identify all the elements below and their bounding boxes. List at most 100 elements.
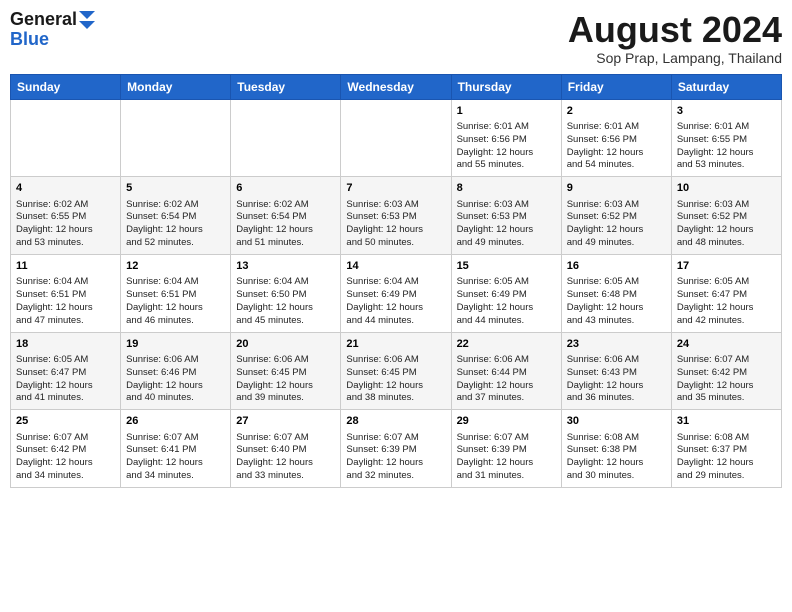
calendar-cell xyxy=(231,99,341,177)
day-number: 20 xyxy=(236,337,335,352)
day-number: 14 xyxy=(346,259,445,274)
day-info: Sunrise: 6:06 AM Sunset: 6:44 PM Dayligh… xyxy=(457,354,556,405)
day-info: Sunrise: 6:05 AM Sunset: 6:49 PM Dayligh… xyxy=(457,276,556,327)
calendar-cell: 6 Sunrise: 6:02 AM Sunset: 6:54 PM Daylig… xyxy=(231,177,341,255)
day-info: Sunrise: 6:08 AM Sunset: 6:38 PM Dayligh… xyxy=(567,432,666,483)
calendar-cell: 12 Sunrise: 6:04 AM Sunset: 6:51 PM Dayli… xyxy=(121,254,231,332)
day-info: Sunrise: 6:06 AM Sunset: 6:45 PM Dayligh… xyxy=(236,354,335,405)
day-number: 1 xyxy=(457,104,556,119)
calendar-cell: 18 Sunrise: 6:05 AM Sunset: 6:47 PM Dayli… xyxy=(11,332,121,410)
weekday-header-sunday: Sunday xyxy=(11,74,121,99)
weekday-header-thursday: Thursday xyxy=(451,74,561,99)
day-number: 6 xyxy=(236,181,335,196)
calendar-cell: 30Sunrise: 6:08 AM Sunset: 6:38 PM Dayli… xyxy=(561,410,671,488)
calendar-cell: 1 Sunrise: 6:01 AM Sunset: 6:56 PM Daylig… xyxy=(451,99,561,177)
day-number: 26 xyxy=(126,414,225,429)
day-number: 24 xyxy=(677,337,776,352)
day-info: Sunrise: 6:08 AM Sunset: 6:37 PM Dayligh… xyxy=(677,432,776,483)
day-number: 10 xyxy=(677,181,776,196)
calendar-cell: 16 Sunrise: 6:05 AM Sunset: 6:48 PM Dayli… xyxy=(561,254,671,332)
calendar-cell: 29 Sunrise: 6:07 AM Sunset: 6:39 PM Dayli… xyxy=(451,410,561,488)
calendar-cell: 26 Sunrise: 6:07 AM Sunset: 6:41 PM Dayli… xyxy=(121,410,231,488)
weekday-header-saturday: Saturday xyxy=(671,74,781,99)
day-info: Sunrise: 6:05 AM Sunset: 6:48 PM Dayligh… xyxy=(567,276,666,327)
day-info: Sunrise: 6:07 AM Sunset: 6:42 PM Dayligh… xyxy=(677,354,776,405)
calendar-cell: 8 Sunrise: 6:03 AM Sunset: 6:53 PM Daylig… xyxy=(451,177,561,255)
day-number: 25 xyxy=(16,414,115,429)
calendar-cell: 10 Sunrise: 6:03 AM Sunset: 6:52 PM Dayli… xyxy=(671,177,781,255)
day-info: Sunrise: 6:04 AM Sunset: 6:51 PM Dayligh… xyxy=(16,276,115,327)
calendar-cell xyxy=(121,99,231,177)
calendar-cell: 5 Sunrise: 6:02 AM Sunset: 6:54 PM Daylig… xyxy=(121,177,231,255)
day-number: 13 xyxy=(236,259,335,274)
calendar-cell xyxy=(11,99,121,177)
calendar-cell: 21 Sunrise: 6:06 AM Sunset: 6:45 PM Dayli… xyxy=(341,332,451,410)
day-number: 11 xyxy=(16,259,115,274)
day-number: 21 xyxy=(346,337,445,352)
day-number: 17 xyxy=(677,259,776,274)
day-number: 8 xyxy=(457,181,556,196)
month-title: August 2024 xyxy=(568,10,782,50)
day-info: Sunrise: 6:07 AM Sunset: 6:41 PM Dayligh… xyxy=(126,432,225,483)
day-info: Sunrise: 6:06 AM Sunset: 6:45 PM Dayligh… xyxy=(346,354,445,405)
day-info: Sunrise: 6:01 AM Sunset: 6:55 PM Dayligh… xyxy=(677,121,776,172)
day-number: 18 xyxy=(16,337,115,352)
calendar-cell: 7 Sunrise: 6:03 AM Sunset: 6:53 PM Daylig… xyxy=(341,177,451,255)
calendar-cell: 14 Sunrise: 6:04 AM Sunset: 6:49 PM Dayli… xyxy=(341,254,451,332)
day-info: Sunrise: 6:03 AM Sunset: 6:53 PM Dayligh… xyxy=(346,199,445,250)
calendar-cell: 3 Sunrise: 6:01 AM Sunset: 6:55 PM Daylig… xyxy=(671,99,781,177)
calendar-cell: 13 Sunrise: 6:04 AM Sunset: 6:50 PM Dayli… xyxy=(231,254,341,332)
day-info: Sunrise: 6:02 AM Sunset: 6:54 PM Dayligh… xyxy=(236,199,335,250)
day-number: 15 xyxy=(457,259,556,274)
day-info: Sunrise: 6:07 AM Sunset: 6:39 PM Dayligh… xyxy=(346,432,445,483)
location-subtitle: Sop Prap, Lampang, Thailand xyxy=(568,50,782,66)
day-info: Sunrise: 6:03 AM Sunset: 6:52 PM Dayligh… xyxy=(677,199,776,250)
calendar-cell: 20 Sunrise: 6:06 AM Sunset: 6:45 PM Dayli… xyxy=(231,332,341,410)
calendar-header-row: SundayMondayTuesdayWednesdayThursdayFrid… xyxy=(11,74,782,99)
page-header: GeneralBlue August 2024 Sop Prap, Lampan… xyxy=(10,10,782,66)
title-block: August 2024 Sop Prap, Lampang, Thailand xyxy=(568,10,782,66)
day-info: Sunrise: 6:07 AM Sunset: 6:39 PM Dayligh… xyxy=(457,432,556,483)
day-info: Sunrise: 6:07 AM Sunset: 6:40 PM Dayligh… xyxy=(236,432,335,483)
day-number: 7 xyxy=(346,181,445,196)
day-number: 16 xyxy=(567,259,666,274)
day-number: 5 xyxy=(126,181,225,196)
day-number: 23 xyxy=(567,337,666,352)
day-info: Sunrise: 6:04 AM Sunset: 6:50 PM Dayligh… xyxy=(236,276,335,327)
day-info: Sunrise: 6:06 AM Sunset: 6:43 PM Dayligh… xyxy=(567,354,666,405)
calendar-week-2: 4 Sunrise: 6:02 AM Sunset: 6:55 PM Daylig… xyxy=(11,177,782,255)
day-info: Sunrise: 6:04 AM Sunset: 6:51 PM Dayligh… xyxy=(126,276,225,327)
day-info: Sunrise: 6:01 AM Sunset: 6:56 PM Dayligh… xyxy=(457,121,556,172)
day-info: Sunrise: 6:07 AM Sunset: 6:42 PM Dayligh… xyxy=(16,432,115,483)
weekday-header-wednesday: Wednesday xyxy=(341,74,451,99)
weekday-header-friday: Friday xyxy=(561,74,671,99)
day-number: 3 xyxy=(677,104,776,119)
calendar-week-5: 25 Sunrise: 6:07 AM Sunset: 6:42 PM Dayli… xyxy=(11,410,782,488)
calendar-table: SundayMondayTuesdayWednesdayThursdayFrid… xyxy=(10,74,782,488)
day-number: 4 xyxy=(16,181,115,196)
calendar-cell: 19Sunrise: 6:06 AM Sunset: 6:46 PM Dayli… xyxy=(121,332,231,410)
day-info: Sunrise: 6:02 AM Sunset: 6:54 PM Dayligh… xyxy=(126,199,225,250)
day-info: Sunrise: 6:04 AM Sunset: 6:49 PM Dayligh… xyxy=(346,276,445,327)
day-info: Sunrise: 6:05 AM Sunset: 6:47 PM Dayligh… xyxy=(677,276,776,327)
day-number: 19 xyxy=(126,337,225,352)
day-number: 22 xyxy=(457,337,556,352)
calendar-cell: 11 Sunrise: 6:04 AM Sunset: 6:51 PM Dayli… xyxy=(11,254,121,332)
calendar-cell: 2Sunrise: 6:01 AM Sunset: 6:56 PM Daylig… xyxy=(561,99,671,177)
day-info: Sunrise: 6:02 AM Sunset: 6:55 PM Dayligh… xyxy=(16,199,115,250)
calendar-cell xyxy=(341,99,451,177)
day-info: Sunrise: 6:05 AM Sunset: 6:47 PM Dayligh… xyxy=(16,354,115,405)
weekday-header-tuesday: Tuesday xyxy=(231,74,341,99)
day-number: 12 xyxy=(126,259,225,274)
day-number: 27 xyxy=(236,414,335,429)
calendar-cell: 23 Sunrise: 6:06 AM Sunset: 6:43 PM Dayli… xyxy=(561,332,671,410)
calendar-week-3: 11 Sunrise: 6:04 AM Sunset: 6:51 PM Dayli… xyxy=(11,254,782,332)
calendar-cell: 22 Sunrise: 6:06 AM Sunset: 6:44 PM Dayli… xyxy=(451,332,561,410)
weekday-header-monday: Monday xyxy=(121,74,231,99)
day-number: 29 xyxy=(457,414,556,429)
day-info: Sunrise: 6:03 AM Sunset: 6:52 PM Dayligh… xyxy=(567,199,666,250)
day-info: Sunrise: 6:03 AM Sunset: 6:53 PM Dayligh… xyxy=(457,199,556,250)
day-number: 9 xyxy=(567,181,666,196)
day-number: 28 xyxy=(346,414,445,429)
calendar-cell: 17 Sunrise: 6:05 AM Sunset: 6:47 PM Dayli… xyxy=(671,254,781,332)
